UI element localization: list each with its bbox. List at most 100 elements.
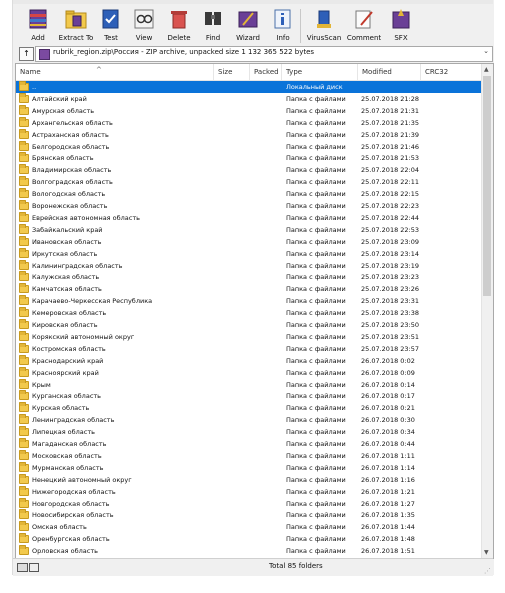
- folder-row[interactable]: Омская область Папка с файлами 26.07.2018 …: [16, 521, 481, 533]
- folder-row[interactable]: Новгородская область Папка с файлами 26.07…: [16, 497, 481, 510]
- row-name: Костромская область: [32, 344, 106, 353]
- folder-row[interactable]: Брянская область Папка с файлами 25.07.201…: [16, 152, 481, 164]
- info-button[interactable]: Info: [270, 5, 296, 45]
- address-field[interactable]: rubrik_region.zip\Россия - ZIP archive, …: [35, 46, 493, 62]
- row-name: Волгоградская область: [32, 178, 113, 187]
- folder-row[interactable]: Алтайский край Папка с файлами 25.07.2018 …: [16, 92, 481, 105]
- folder-row[interactable]: Краснодарский край Папка с файлами 26.07.2…: [16, 354, 481, 367]
- view-button[interactable]: View: [130, 5, 158, 45]
- folder-row[interactable]: Курская область Папка с файлами 26.07.2018…: [16, 402, 481, 414]
- folder-row[interactable]: Мурманская область Папка с файлами 26.07.2…: [16, 461, 481, 474]
- row-type: Папка с файлами: [286, 368, 346, 377]
- column-name[interactable]: Name ^: [16, 64, 214, 80]
- folder-row[interactable]: Орловская область Папка с файлами 26.07.20…: [16, 545, 481, 557]
- scrollbar-thumb[interactable]: [483, 76, 491, 296]
- folder-row[interactable]: Ивановская область Папка с файлами 25.07.2…: [16, 235, 481, 248]
- folder-row[interactable]: Белгородская область Папка с файлами 25.07…: [16, 140, 481, 153]
- folder-row[interactable]: Липецкая область Папка с файлами 26.07.201…: [16, 426, 481, 438]
- folder-icon: [19, 92, 29, 103]
- row-modified: 25.07.2018 22:23: [361, 202, 420, 210]
- folder-row[interactable]: Крым Папка с файлами 26.07.2018 0:14: [16, 378, 481, 391]
- column-modified[interactable]: Modified: [358, 64, 421, 80]
- virusscan-button[interactable]: VirusScan: [306, 5, 342, 45]
- row-type: Папка с файлами: [286, 213, 346, 222]
- row-modified: 25.07.2018 21:31: [361, 106, 420, 115]
- row-name: Мурманская область: [32, 463, 104, 472]
- row-modified: 25.07.2018 23:19: [361, 261, 420, 270]
- row-name: Калининградская область: [32, 261, 123, 270]
- resize-grip-icon[interactable]: ⋰: [484, 567, 491, 575]
- add-button[interactable]: Add: [21, 5, 55, 45]
- row-type: Папка с файлами: [286, 451, 346, 460]
- folder-row[interactable]: Ненецкий автономный округ Папка с файлами…: [16, 473, 481, 486]
- folder-row[interactable]: Волгоградская область Папка с файлами 25.0…: [16, 176, 481, 188]
- row-name: Кемеровская область: [32, 309, 107, 318]
- column-type[interactable]: Type: [282, 64, 358, 80]
- folder-row[interactable]: Красноярский край Папка с файлами 26.07.20…: [16, 366, 481, 379]
- folder-row[interactable]: Московская область Папка с файлами 26.07.2…: [16, 449, 481, 462]
- folder-row[interactable]: Корякский автономный округ Папка с файлам…: [16, 330, 481, 343]
- sfx-button[interactable]: SFX: [387, 5, 415, 45]
- folder-row[interactable]: Камчатская область Папка с файлами 25.07.2…: [16, 283, 481, 295]
- folder-row[interactable]: Курганская область Папка с файлами 26.07.2…: [16, 390, 481, 402]
- parent-folder-row[interactable]: .. Локальный диск: [16, 81, 481, 93]
- folder-row[interactable]: Владимирская область Папка с файлами 25.07…: [16, 164, 481, 176]
- folder-row[interactable]: Новосибирская область Папка с файлами 26.0…: [16, 509, 481, 521]
- view-label: View: [135, 34, 153, 42]
- folder-row[interactable]: Еврейская автономная область Папка с файл…: [16, 211, 481, 224]
- row-modified: 26.07.2018 0:14: [361, 380, 415, 389]
- folder-icon: [19, 81, 29, 91]
- folder-row[interactable]: Ленинградская область Папка с файлами 26.0…: [16, 414, 481, 426]
- folder-row[interactable]: Нижегородская область Папка с файлами 26.0…: [16, 485, 481, 498]
- folder-row[interactable]: Иркутская область Папка с файлами 25.07.20…: [16, 247, 481, 260]
- key-icon[interactable]: [29, 563, 39, 572]
- folder-row[interactable]: Калининградская область Папка с файлами 25…: [16, 259, 481, 272]
- vertical-scrollbar[interactable]: ▲ ▼: [481, 64, 493, 558]
- row-modified: 25.07.2018 23:38: [361, 309, 420, 318]
- folder-row[interactable]: Астраханская область Папка с файлами 25.07…: [16, 128, 481, 141]
- scroll-down-icon[interactable]: ▼: [484, 549, 489, 556]
- row-type: Папка с файлами: [286, 475, 346, 484]
- folder-icon: [19, 200, 29, 210]
- folder-row[interactable]: Кемеровская область Папка с файлами 25.07.…: [16, 307, 481, 319]
- find-button[interactable]: Find: [199, 5, 227, 45]
- comment-button[interactable]: Comment: [346, 5, 382, 45]
- folder-icon: [19, 211, 29, 222]
- column-size[interactable]: Size: [214, 64, 250, 80]
- folder-row[interactable]: Вологодская область Папка с файлами 25.07.…: [16, 188, 481, 200]
- column-crc32[interactable]: CRC32: [421, 64, 481, 80]
- row-modified: 25.07.2018 23:23: [361, 273, 420, 282]
- drive-icon[interactable]: [17, 563, 28, 572]
- folder-icon: [19, 449, 29, 460]
- folder-row[interactable]: Забайкальский край Папка с файлами 25.07.2…: [16, 223, 481, 236]
- folder-row[interactable]: Воронежская область Папка с файлами 25.07.…: [16, 200, 481, 212]
- row-modified: 25.07.2018 23:09: [361, 237, 420, 246]
- row-modified: 26.07.2018 0:44: [361, 440, 415, 448]
- chevron-down-icon[interactable]: ⌄: [483, 47, 489, 55]
- folder-row[interactable]: Архангельская область Папка с файлами 25.0…: [16, 116, 481, 129]
- right-gutter: [494, 0, 505, 577]
- folder-row[interactable]: Оренбургская область Папка с файлами 26.07…: [16, 533, 481, 545]
- up-folder-button[interactable]: ↑: [19, 47, 34, 61]
- extract-icon: [65, 10, 87, 29]
- folder-row[interactable]: Карачаево-Черкесская Республика Папка с ф…: [16, 295, 481, 307]
- column-packed[interactable]: Packed: [250, 64, 282, 80]
- folder-icon: [19, 485, 29, 496]
- view-icon: [134, 9, 154, 29]
- wizard-button[interactable]: Wizard: [232, 5, 264, 45]
- folder-row[interactable]: Магаданская область Папка с файлами 26.07.…: [16, 438, 481, 450]
- row-type: Папка с файлами: [286, 356, 346, 365]
- wizard-icon: [238, 11, 258, 28]
- extract-to-button[interactable]: Extract To: [58, 5, 94, 45]
- delete-button[interactable]: Delete: [164, 5, 194, 45]
- test-button[interactable]: Test: [97, 5, 125, 45]
- folder-row[interactable]: Костромская область Папка с файлами 25.07.…: [16, 342, 481, 355]
- row-type: Папка с файлами: [286, 416, 346, 425]
- row-modified: 25.07.2018 22:44: [361, 213, 420, 222]
- folder-row[interactable]: Амурская область Папка с файлами 25.07.201…: [16, 104, 481, 117]
- folder-row[interactable]: Кировская область Папка с файлами 25.07.20…: [16, 319, 481, 331]
- column-name-label: Name: [20, 68, 41, 76]
- folder-row[interactable]: Калужская область Папка с файлами 25.07.20…: [16, 271, 481, 283]
- scroll-up-icon[interactable]: ▲: [484, 66, 489, 73]
- test-icon: [102, 9, 119, 29]
